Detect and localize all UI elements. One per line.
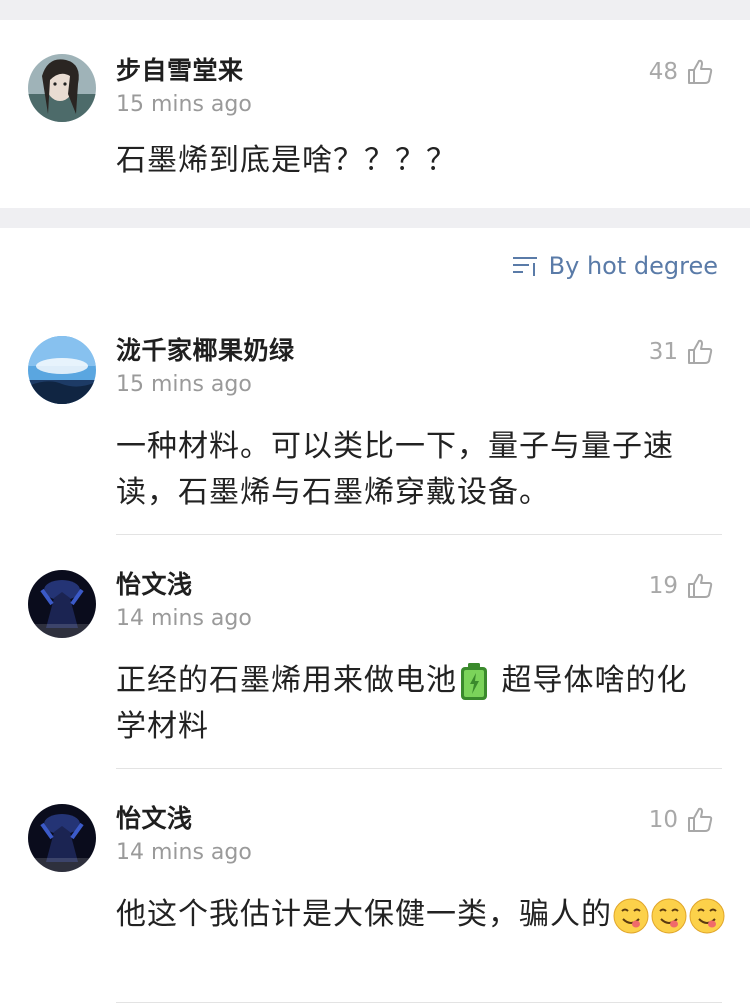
like-count: 48 [648,59,678,85]
sort-lines-icon [512,257,537,276]
like-count: 10 [648,807,678,833]
comment-item: 怡文浅 14 mins ago 19 正经的石墨烯用来做电池 超导体啥的化学材料 [0,552,750,768]
avatar[interactable] [28,336,96,404]
comment-item: 泷千家椰果奶绿 15 mins ago 31 一种材料。可以类比一下，量子与量子… [0,318,750,534]
section-separator-mid [0,208,750,228]
comment-text: 正经的石墨烯用来做电池 超导体啥的化学材料 [116,658,714,750]
section-separator-top [0,0,750,20]
comment-item: 怡文浅 14 mins ago 10 他这个我估计是大保健一类，骗人的 [0,786,750,1008]
thumbs-up-icon [688,573,713,598]
comment-text: 一种材料。可以类比一下，量子与量子速读，石墨烯与石墨烯穿戴设备。 [116,429,674,510]
battery-emoji-icon [461,662,487,700]
thumbs-up-icon [688,807,713,832]
sort-label: By hot degree [548,252,718,280]
comment-username[interactable]: 步自雪堂来 [116,56,252,86]
like-button[interactable]: 10 [649,804,714,836]
comment-timestamp: 14 mins ago [116,840,252,865]
sort-by-hot-button[interactable]: By hot degree [511,252,718,280]
pinned-comment: 步自雪堂来 15 mins ago 48 石墨烯到底是啥？？？？ [0,20,750,208]
face-savoring-emoji-icon [613,898,649,933]
like-button[interactable]: 19 [649,570,714,602]
comment-timestamp: 15 mins ago [116,372,252,397]
comment-timestamp: 15 mins ago [116,92,252,117]
face-savoring-emoji-icon [689,898,725,933]
comment-text: 石墨烯到底是啥？？？？ [116,143,457,178]
divider [116,768,722,769]
like-button[interactable]: 48 [649,56,714,88]
comment-timestamp: 14 mins ago [116,606,252,631]
thumbs-up-icon [688,59,713,84]
comment-username[interactable]: 怡文浅 [116,804,252,834]
comment-text: 他这个我估计是大保健一类，骗人的 [116,892,730,938]
like-count: 31 [648,339,678,365]
divider [116,534,722,535]
like-count: 19 [648,573,678,599]
like-button[interactable]: 31 [649,336,714,368]
face-savoring-emoji-icon [651,898,687,933]
avatar[interactable] [28,54,96,122]
thumbs-up-icon [688,339,713,364]
comment-text-part: 他这个我估计是大保健一类，骗人的 [116,897,612,932]
avatar[interactable] [28,570,96,638]
comment-username[interactable]: 泷千家椰果奶绿 [116,336,295,366]
avatar[interactable] [28,804,96,872]
comment-username[interactable]: 怡文浅 [116,570,252,600]
comment-text-part: 正经的石墨烯用来做电池 [116,663,457,698]
divider [116,1002,722,1003]
